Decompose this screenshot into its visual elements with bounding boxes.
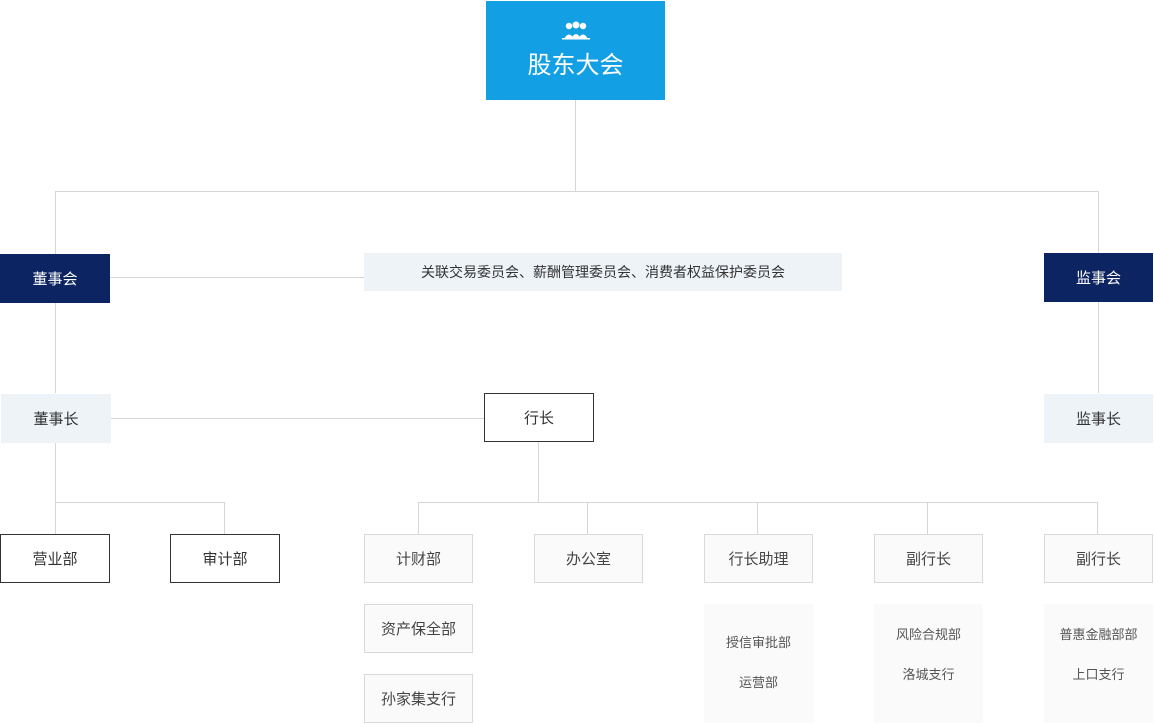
business-dept-box: 营业部 xyxy=(0,534,110,583)
connector-president-down xyxy=(538,442,539,503)
connector-assistant-down xyxy=(757,502,758,534)
connector-vp1-down xyxy=(927,502,928,534)
people-group-icon xyxy=(561,21,590,40)
connector-vp2-down xyxy=(1097,502,1098,534)
list-item: 普惠金融部部 xyxy=(1059,628,1138,643)
connector-board-committees xyxy=(110,277,364,278)
sunjiaji-branch-box: 孙家集支行 xyxy=(364,674,473,723)
vp1-sub-list: 风险合规部 洛城支行 xyxy=(874,604,983,723)
connector-board-chairman xyxy=(55,303,56,393)
chairman-box: 董事长 xyxy=(1,394,111,443)
shareholders-meeting-box: 股东大会 xyxy=(486,1,665,100)
supervisory-board-box: 监事会 xyxy=(1044,253,1153,302)
audit-dept-box: 审计部 xyxy=(170,534,280,583)
connector-top-horizontal xyxy=(55,191,1098,192)
connector-left-down xyxy=(55,191,56,254)
list-item: 洛城支行 xyxy=(902,668,955,683)
connector-chairman-president xyxy=(110,418,484,419)
vice-president-box-2: 副行长 xyxy=(1044,534,1153,583)
office-box: 办公室 xyxy=(534,534,643,583)
connector-chairman-down xyxy=(55,443,56,503)
president-assistant-box: 行长助理 xyxy=(704,534,813,583)
list-item: 风险合规部 xyxy=(895,628,961,643)
connector-finance-down xyxy=(418,502,419,534)
assistant-sub-list: 授信审批部 运营部 xyxy=(704,604,813,723)
list-item: 上口支行 xyxy=(1072,668,1125,683)
list-item: 运营部 xyxy=(738,675,778,691)
connector-office-down xyxy=(587,502,588,534)
finance-dept-box: 计财部 xyxy=(364,534,473,583)
vice-president-box-1: 副行长 xyxy=(874,534,983,583)
connector-business-down xyxy=(55,502,56,534)
committees-box: 关联交易委员会、薪酬管理委员会、消费者权益保护委员会 xyxy=(364,253,842,291)
connector-audit-down xyxy=(224,502,225,534)
connector-right-down xyxy=(1098,191,1099,254)
connector-supervisory-chief xyxy=(1098,302,1099,393)
vp2-sub-list: 普惠金融部部 上口支行 xyxy=(1044,604,1153,723)
shareholders-meeting-title: 股东大会 xyxy=(527,51,624,79)
asset-preservation-dept-box: 资产保全部 xyxy=(364,604,473,653)
connector-top-down xyxy=(575,100,576,192)
connector-president-horizontal xyxy=(418,502,1098,503)
list-item: 授信审批部 xyxy=(725,635,791,651)
president-box: 行长 xyxy=(484,393,594,442)
chief-supervisor-box: 监事长 xyxy=(1044,394,1153,443)
connector-chairman-horizontal xyxy=(55,502,225,503)
board-of-directors-box: 董事会 xyxy=(0,254,110,303)
